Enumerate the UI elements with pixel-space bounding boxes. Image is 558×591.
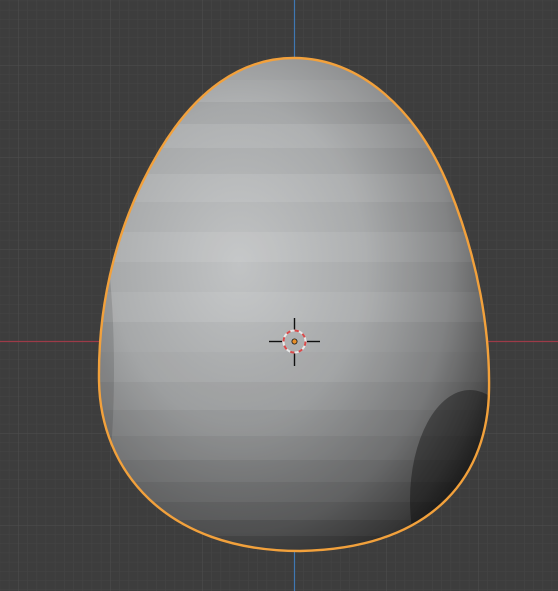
viewport-canvas[interactable] [0,0,558,591]
object-origin-dot [291,338,298,345]
3d-viewport[interactable] [0,0,558,591]
